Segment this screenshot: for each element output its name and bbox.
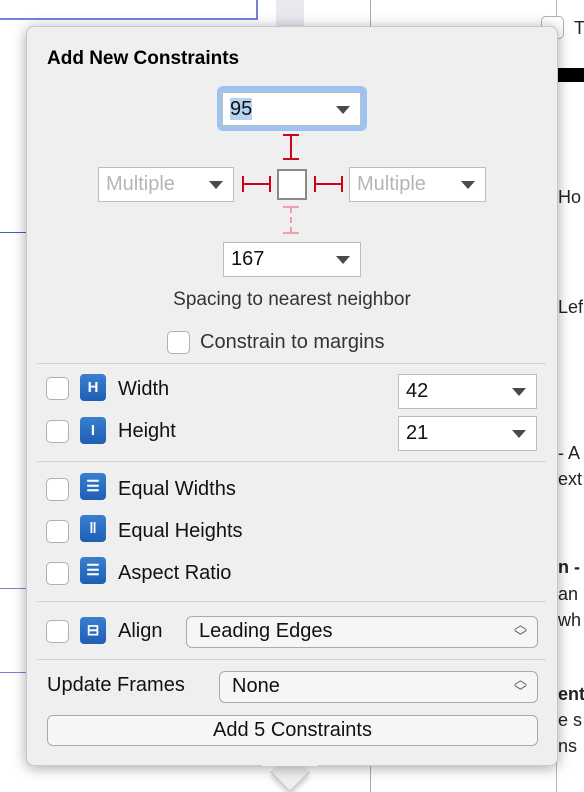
inspector-text: ent [558, 684, 584, 704]
height-field[interactable]: 21 [398, 416, 537, 451]
equal-heights-label: Equal Heights [118, 520, 243, 542]
strut-cap [283, 232, 299, 234]
popover-title: Add New Constraints [47, 48, 240, 69]
equal-widths-label: Equal Widths [118, 478, 236, 500]
height-label: Height [118, 420, 176, 442]
strut-cap [242, 176, 244, 192]
strut-cap [341, 176, 343, 192]
up-down-chevron-icon: ︿ ﹀ [513, 672, 527, 699]
inspector-text: - A [558, 443, 581, 463]
dropdown-arrow-icon[interactable] [461, 181, 475, 189]
width-icon: H [80, 374, 106, 401]
dropdown-arrow-icon[interactable] [512, 388, 526, 396]
top-spacing-value: 95 [230, 98, 253, 120]
divider [37, 601, 546, 602]
spacing-caption: Spacing to nearest neighbor [173, 289, 411, 310]
right-constraint-strut[interactable] [314, 183, 343, 185]
equal-widths-icon: ☰ [80, 473, 106, 500]
add-constraints-button[interactable]: Add 5 Constraints [47, 715, 538, 746]
bottom-constraint-strut[interactable] [290, 207, 292, 233]
width-field[interactable]: 42 [398, 374, 537, 409]
update-frames-popup[interactable]: None ︿ ﹀ [219, 671, 538, 703]
divider [37, 363, 546, 364]
width-value: 42 [406, 380, 429, 402]
strut-cap [283, 206, 299, 208]
update-frames-label: Update Frames [47, 674, 185, 696]
aspect-ratio-checkbox[interactable] [46, 562, 69, 585]
aspect-ratio-label: Aspect Ratio [118, 562, 232, 584]
dropdown-arrow-icon[interactable] [336, 256, 350, 264]
width-checkbox[interactable] [46, 377, 69, 400]
inspector-text: n - [558, 557, 580, 577]
strut-cap [283, 134, 299, 136]
inspector-text: ns [558, 736, 578, 756]
align-popup[interactable]: Leading Edges ︿ ﹀ [186, 616, 538, 648]
update-frames-value: None [232, 675, 280, 697]
constrain-to-margins-checkbox[interactable] [167, 331, 190, 354]
dropdown-arrow-icon[interactable] [512, 430, 526, 438]
dropdown-arrow-icon[interactable] [336, 106, 350, 114]
constrain-to-margins-label: Constrain to margins [200, 331, 385, 353]
strut-cap [283, 158, 299, 160]
align-label: Align [118, 620, 163, 642]
left-spacing-value: Multiple [106, 173, 175, 195]
equal-heights-checkbox[interactable] [46, 520, 69, 543]
height-checkbox[interactable] [46, 420, 69, 443]
divider [37, 659, 546, 660]
inspector-text: Lef [558, 297, 584, 317]
aspect-ratio-icon: ☰ [80, 557, 106, 584]
inspector-text: an [558, 584, 579, 604]
divider [37, 461, 546, 462]
inspector-text: Ho [558, 187, 582, 207]
align-icon: ⊟ [80, 617, 106, 644]
up-down-chevron-icon: ︿ ﹀ [513, 617, 527, 644]
strut-cap [314, 176, 316, 192]
inspector-text: T [574, 18, 584, 38]
strut-cap [269, 176, 271, 192]
view-square-icon [277, 169, 307, 200]
equal-heights-icon: ‖ [80, 515, 106, 542]
left-constraint-strut[interactable] [242, 183, 271, 185]
height-value: 21 [406, 422, 429, 444]
inspector-text: wh [558, 610, 582, 630]
inspector-panel [541, 0, 584, 792]
align-value: Leading Edges [199, 620, 333, 642]
left-spacing-field[interactable]: Multiple [98, 167, 234, 202]
right-spacing-field[interactable]: Multiple [349, 167, 486, 202]
top-spacing-field[interactable]: 95 [222, 92, 361, 126]
equal-widths-checkbox[interactable] [46, 478, 69, 501]
top-constraint-strut[interactable] [290, 134, 292, 160]
width-label: Width [118, 378, 170, 400]
align-checkbox[interactable] [46, 620, 69, 643]
height-icon: I [80, 417, 106, 444]
inspector-text: e s [558, 710, 583, 730]
inspector-text: ext [558, 469, 583, 489]
right-spacing-value: Multiple [357, 173, 426, 195]
bottom-spacing-field[interactable]: 167 [223, 242, 361, 277]
bottom-spacing-value: 167 [231, 248, 265, 270]
dropdown-arrow-icon[interactable] [209, 181, 223, 189]
